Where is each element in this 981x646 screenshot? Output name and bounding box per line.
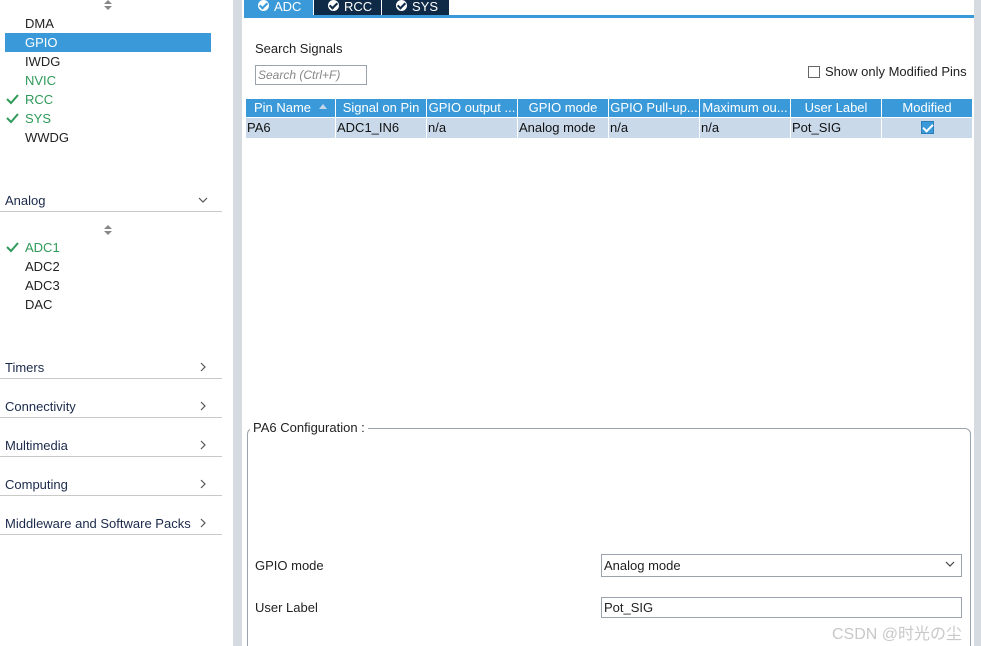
check-icon: [6, 94, 19, 105]
chevron-right-icon: [200, 362, 206, 372]
category-label: Middleware and Software Packs: [5, 516, 191, 531]
list-item-dac[interactable]: DAC: [5, 295, 211, 314]
column-header[interactable]: Maximum ou...: [700, 99, 791, 117]
modified-checkbox[interactable]: [921, 121, 934, 134]
column-header-label: User Label: [804, 100, 868, 115]
column-header-label: GPIO Pull-up...: [610, 100, 698, 115]
column-header-label: Modified: [902, 100, 952, 115]
column-header-label: Maximum ou...: [702, 100, 788, 115]
column-header-label: GPIO output ...: [428, 100, 516, 115]
table-cell-max: n/a: [700, 118, 791, 138]
check-icon: [6, 113, 19, 124]
search-input[interactable]: Search (Ctrl+F): [255, 65, 367, 85]
column-header-label: GPIO mode: [528, 100, 598, 115]
column-header[interactable]: Signal on Pin: [336, 99, 427, 117]
category-middleware[interactable]: Middleware and Software Packs: [0, 513, 222, 535]
chevron-down-icon: [945, 561, 955, 567]
list-item-label: RCC: [25, 92, 54, 107]
list-item-label: SYS: [25, 111, 52, 126]
tab-label: SYS: [412, 0, 439, 14]
list-item-nvic[interactable]: NVIC: [5, 71, 211, 90]
column-header-label: Pin Name: [253, 100, 312, 115]
list-item-label: ADC1: [25, 240, 60, 255]
table-cell-signal: ADC1_IN6: [336, 118, 427, 138]
tab-rcc[interactable]: RCC: [314, 0, 381, 15]
tab-bar: ADC RCC SYS: [244, 0, 974, 18]
splitter[interactable]: [233, 0, 242, 646]
tab-sys[interactable]: SYS: [382, 0, 449, 15]
chevron-right-icon: [200, 479, 206, 489]
category-timers[interactable]: Timers: [0, 357, 222, 379]
tab-adc[interactable]: ADC: [244, 0, 313, 15]
category-label: Timers: [5, 360, 45, 375]
list-item-label: NVIC: [25, 73, 57, 88]
show-modified-label: Show only Modified Pins: [825, 64, 967, 79]
category-multimedia[interactable]: Multimedia: [0, 435, 222, 457]
chevron-down-icon: [198, 197, 208, 203]
tab-label: RCC: [344, 0, 373, 14]
list-item-label: ADC2: [25, 259, 60, 274]
chevron-right-icon: [200, 401, 206, 411]
watermark: CSDN @时光の尘: [832, 626, 963, 643]
column-header[interactable]: GPIO mode: [518, 99, 609, 117]
table-cell-label: Pot_SIG: [791, 118, 882, 138]
config-title: PA6 Configuration :: [250, 420, 368, 435]
table-cell-mode: Analog mode: [518, 118, 609, 138]
check-circle-icon: [396, 0, 407, 11]
list-item-label: GPIO: [25, 35, 58, 50]
list-item-wwdg[interactable]: WWDG: [5, 128, 211, 147]
chevron-right-icon: [200, 440, 206, 450]
list-item-rcc[interactable]: RCC: [5, 90, 211, 109]
column-header-label: Signal on Pin: [342, 100, 420, 115]
check-icon: [6, 242, 19, 253]
column-header[interactable]: GPIO output ...: [427, 99, 518, 117]
column-header[interactable]: Modified: [882, 99, 973, 117]
column-header[interactable]: GPIO Pull-up...: [609, 99, 700, 117]
list-item-label: ADC3: [25, 278, 60, 293]
list-item-adc2[interactable]: ADC2: [5, 257, 211, 276]
list-item-label: IWDG: [25, 54, 61, 69]
list-item-adc3[interactable]: ADC3: [5, 276, 211, 295]
gpio-mode-select[interactable]: Analog mode: [601, 554, 962, 577]
table-row[interactable]: PA6 ADC1_IN6 n/a Analog mode n/a n/a Pot_SIG: [246, 118, 973, 138]
list-item-iwdg[interactable]: IWDG: [5, 52, 211, 71]
check-circle-icon: [328, 0, 339, 11]
list-item-adc1[interactable]: ADC1: [5, 238, 211, 257]
category-label: Connectivity: [5, 399, 76, 414]
category-label: Computing: [5, 477, 68, 492]
chevron-right-icon: [200, 518, 206, 528]
user-label-label: User Label: [255, 600, 318, 615]
sort-ascending-icon: [319, 104, 328, 109]
list-item-label: DAC: [25, 297, 53, 312]
table-cell-output: n/a: [427, 118, 518, 138]
list-item-label: DMA: [25, 16, 54, 31]
column-header[interactable]: Pin Name: [246, 99, 336, 117]
list-item-gpio[interactable]: GPIO: [5, 33, 211, 52]
scrollbar[interactable]: [974, 0, 981, 646]
sort-icon[interactable]: [103, 0, 113, 10]
left-panel: Analog DMA GPIO IWDG NVIC RCC SYS WWDG ADC1 ADC2…: [0, 0, 233, 646]
column-header[interactable]: User Label: [791, 99, 882, 117]
gpio-mode-value: Analog mode: [604, 558, 681, 573]
sort-icon[interactable]: [103, 225, 113, 235]
category-analog[interactable]: Analog: [0, 190, 222, 212]
checkbox-box[interactable]: [808, 66, 820, 78]
gpio-mode-label: GPIO mode: [255, 558, 324, 573]
tab-label: ADC: [274, 0, 302, 14]
user-label-input[interactable]: Pot_SIG: [601, 597, 962, 618]
category-analog-label: Analog: [5, 193, 46, 208]
table-cell-pin: PA6: [246, 118, 336, 138]
list-item-dma[interactable]: DMA: [5, 14, 211, 33]
category-label: Multimedia: [5, 438, 68, 453]
list-item-sys[interactable]: SYS: [5, 109, 211, 128]
table-cell-modified: [882, 118, 973, 138]
table-cell-pull: n/a: [609, 118, 700, 138]
list-item-label: WWDG: [25, 130, 70, 145]
check-circle-icon: [258, 0, 269, 11]
category-connectivity[interactable]: Connectivity: [0, 396, 222, 418]
category-computing[interactable]: Computing: [0, 474, 222, 496]
search-signals-title: Search Signals: [255, 41, 343, 56]
